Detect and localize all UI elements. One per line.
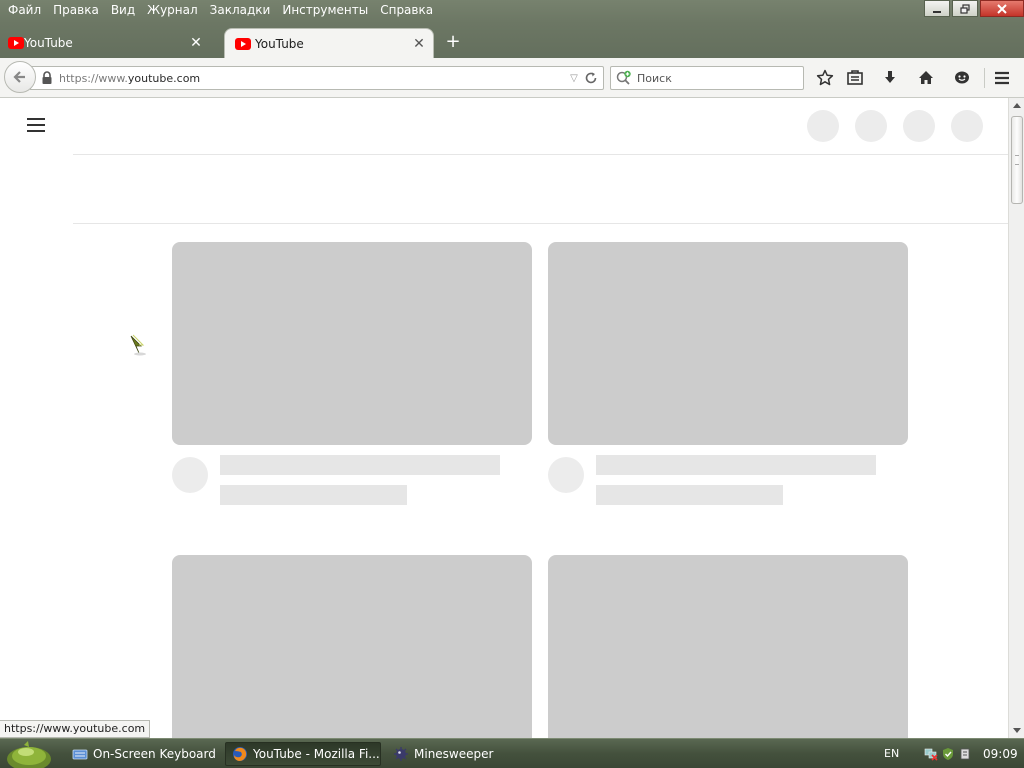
tab-youtube-1[interactable]: YouTube ✕ xyxy=(0,28,210,58)
shield-check-icon[interactable] xyxy=(941,747,955,761)
tab-title: YouTube xyxy=(24,36,73,50)
mouse-cursor-icon xyxy=(130,334,146,356)
network-disconnected-icon[interactable] xyxy=(924,747,938,761)
title-line-placeholder xyxy=(220,455,500,475)
browser-titlebar: Файл Правка Вид Журнал Закладки Инструме… xyxy=(0,0,1024,58)
close-icon xyxy=(997,3,1007,14)
taskbar-item-label: Minesweeper xyxy=(414,747,494,761)
video-thumbnail-placeholder xyxy=(548,555,908,738)
tab-close-icon[interactable]: ✕ xyxy=(413,37,425,51)
restore-icon xyxy=(960,3,970,14)
youtube-icon xyxy=(8,37,24,49)
scrollbar-thumb[interactable] xyxy=(1011,116,1023,204)
url-domain: youtube.com xyxy=(127,71,201,85)
home-icon[interactable] xyxy=(916,68,936,88)
taskbar-item-on-screen-keyboard[interactable]: On-Screen Keyboard xyxy=(66,742,216,766)
safely-remove-icon[interactable] xyxy=(958,747,972,761)
menu-tools[interactable]: Инструменты xyxy=(276,0,374,20)
search-bar[interactable] xyxy=(610,66,804,90)
menu-bookmarks[interactable]: Закладки xyxy=(204,0,277,20)
window-controls xyxy=(924,0,1024,17)
search-input[interactable] xyxy=(637,71,797,85)
restore-button[interactable] xyxy=(952,0,978,17)
bookmark-star-icon[interactable] xyxy=(815,68,835,88)
minimize-button[interactable] xyxy=(924,0,950,17)
title-line-placeholder xyxy=(596,455,876,475)
channel-avatar-placeholder xyxy=(172,457,208,493)
tab-youtube-2[interactable]: YouTube ✕ xyxy=(224,28,434,58)
new-tab-button[interactable]: + xyxy=(444,33,462,51)
system-tray: 09:09 xyxy=(920,739,1024,768)
start-button-icon[interactable] xyxy=(0,739,58,768)
clock[interactable]: 09:09 xyxy=(983,747,1018,761)
minesweeper-icon xyxy=(394,747,408,761)
status-url-tooltip: https://www.youtube.com xyxy=(0,720,151,738)
video-thumbnail-placeholder xyxy=(172,555,532,738)
taskbar: On-Screen Keyboard YouTube - Mozilla Fi.… xyxy=(0,738,1024,768)
channel-avatar-placeholder xyxy=(548,457,584,493)
chat-smiley-icon[interactable] xyxy=(952,68,972,88)
masthead-placeholder-circle xyxy=(855,110,887,142)
masthead-placeholder-circle xyxy=(951,110,983,142)
scroll-up-arrow-icon[interactable] xyxy=(1009,98,1024,112)
taskbar-item-label: YouTube - Mozilla Fi... xyxy=(253,747,380,761)
taskbar-item-label: On-Screen Keyboard xyxy=(93,747,216,761)
taskbar-item-minesweeper[interactable]: Minesweeper xyxy=(387,742,537,766)
masthead-placeholder-circle xyxy=(903,110,935,142)
language-indicator[interactable]: EN xyxy=(884,739,899,768)
back-button[interactable] xyxy=(4,61,36,93)
lock-icon xyxy=(42,71,52,84)
url-bar[interactable]: https://www.youtube.com ▽ xyxy=(30,66,604,90)
toolbar-separator xyxy=(984,68,985,88)
minimize-icon xyxy=(933,10,941,13)
tab-close-icon[interactable]: ✕ xyxy=(190,36,202,50)
navigation-toolbar: https://www.youtube.com ▽ xyxy=(0,58,1024,98)
keyboard-icon xyxy=(72,749,88,760)
vertical-scrollbar[interactable] xyxy=(1008,98,1024,738)
guide-menu-icon[interactable] xyxy=(27,118,45,132)
tab-strip: YouTube ✕ YouTube ✕ + xyxy=(0,28,1024,58)
meta-line-placeholder xyxy=(596,485,783,505)
masthead-divider xyxy=(73,154,1008,155)
menu-bar: Файл Правка Вид Журнал Закладки Инструме… xyxy=(0,0,439,20)
reload-icon[interactable] xyxy=(581,68,601,88)
menu-file[interactable]: Файл xyxy=(2,0,47,20)
masthead-placeholder-circle xyxy=(807,110,839,142)
search-engine-icon xyxy=(616,70,631,85)
video-thumbnail-placeholder xyxy=(548,242,908,445)
url-dropdown-icon[interactable]: ▽ xyxy=(567,73,581,84)
reading-list-icon[interactable] xyxy=(845,68,865,88)
menu-history[interactable]: Журнал xyxy=(141,0,204,20)
back-arrow-icon xyxy=(13,71,25,83)
download-icon[interactable] xyxy=(880,68,900,88)
youtube-page-loading xyxy=(0,98,1008,738)
youtube-icon xyxy=(235,38,251,50)
meta-line-placeholder xyxy=(220,485,407,505)
url-prefix: https://www. xyxy=(59,71,128,85)
chips-divider xyxy=(73,223,1008,224)
menu-hamburger-icon[interactable] xyxy=(992,68,1012,88)
scroll-down-arrow-icon[interactable] xyxy=(1009,724,1024,738)
tab-title: YouTube xyxy=(255,36,304,51)
firefox-icon xyxy=(233,747,247,761)
url-text[interactable]: https://www.youtube.com xyxy=(59,72,567,85)
menu-edit[interactable]: Правка xyxy=(47,0,105,20)
menu-view[interactable]: Вид xyxy=(105,0,141,20)
menu-help[interactable]: Справка xyxy=(374,0,439,20)
video-thumbnail-placeholder xyxy=(172,242,532,445)
taskbar-item-firefox[interactable]: YouTube - Mozilla Fi... xyxy=(225,742,381,766)
close-window-button[interactable] xyxy=(980,0,1024,17)
